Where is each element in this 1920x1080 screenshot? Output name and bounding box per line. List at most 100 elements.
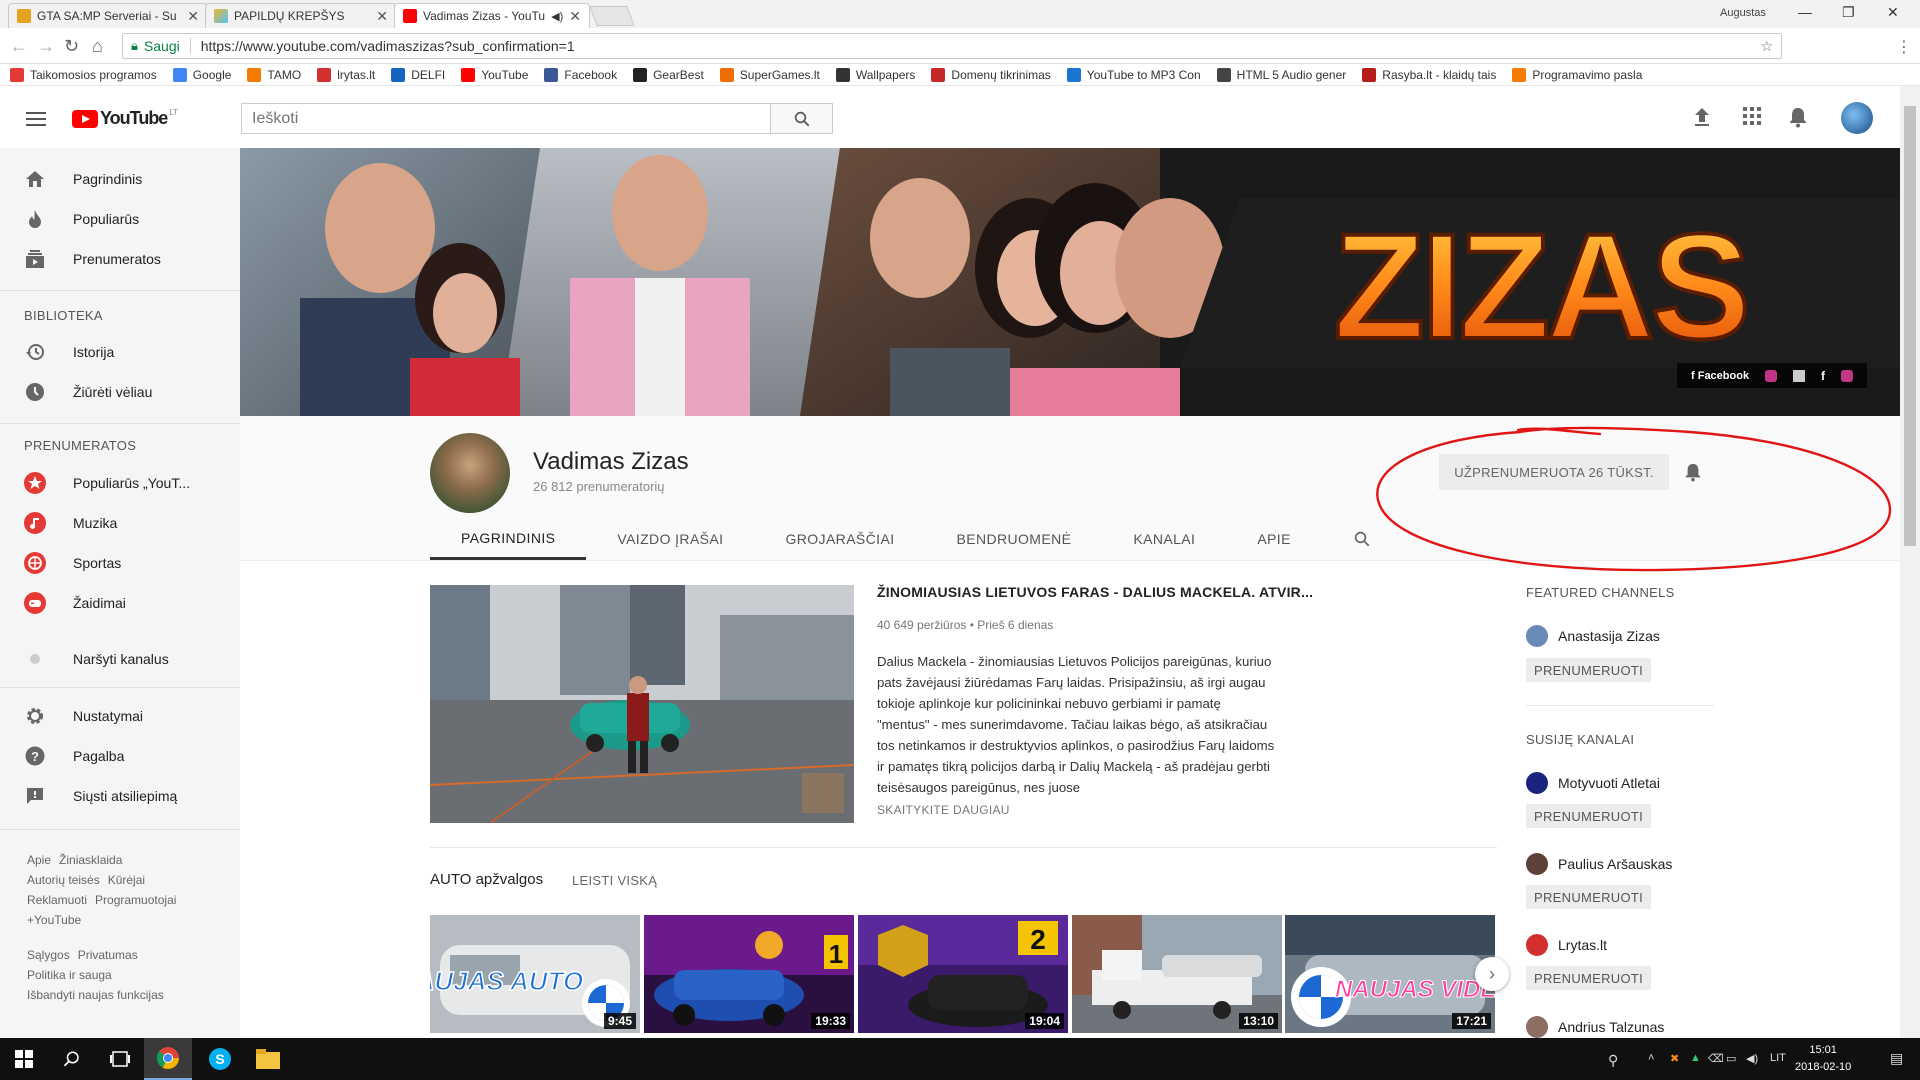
bookmark-item[interactable]: YouTube to MP3 Con — [1066, 67, 1201, 82]
sidebar-item-feedback[interactable]: Siųsti atsiliepimą — [0, 776, 240, 816]
sidebar-item-subscriptions[interactable]: Prenumeratos — [0, 239, 240, 279]
url-bar[interactable]: 🔒︎ Saugi https://www.youtube.com/vadimas… — [122, 33, 1782, 59]
video-thumbnail[interactable]: 1 19:33 — [644, 915, 854, 1033]
video-thumbnail[interactable]: NAUJAS VIDEO 17:21 — [1285, 915, 1495, 1033]
bookmark-item[interactable]: HTML 5 Audio gener — [1216, 67, 1346, 82]
shelf-title[interactable]: AUTO apžvalgos — [430, 871, 543, 888]
bookmark-item[interactable]: YouTube — [461, 67, 528, 82]
chrome-taskbar-icon[interactable] — [144, 1038, 192, 1080]
browser-tab[interactable]: PAPILDŲ KREPŠYS ✕ — [205, 3, 397, 28]
forward-icon[interactable]: → — [37, 36, 55, 57]
footer-link[interactable]: Žiniasklaida — [59, 853, 122, 867]
bookmark-item[interactable]: lrytas.lt — [317, 67, 375, 82]
sidebar-sub-popular[interactable]: Populiarūs „YouT... — [0, 463, 240, 503]
footer-link[interactable]: Programuotojai — [95, 893, 176, 907]
browser-tab[interactable]: GTA SA:MP Serveriai - Su ✕ — [8, 3, 208, 28]
bookmark-item[interactable]: Rasyba.lt - klaidų tais — [1362, 67, 1496, 82]
close-tab-icon[interactable]: ✕ — [187, 8, 199, 25]
footer-link[interactable]: Reklamuoti — [27, 893, 87, 907]
sidebar-sub-gaming[interactable]: Žaidimai — [0, 583, 240, 623]
language-indicator[interactable]: LIT — [1770, 1052, 1786, 1064]
subscribe-button[interactable]: PRENUMERUOTI — [1526, 885, 1652, 909]
featured-channel-item[interactable]: Anastasija Zizas — [1526, 625, 1660, 647]
bookmark-item[interactable]: Facebook — [544, 67, 617, 82]
tab-videos[interactable]: VAIZDO ĮRAŠAI — [586, 518, 754, 560]
url-text[interactable]: https://www.youtube.com/vadimaszizas?sub… — [201, 38, 575, 54]
people-icon[interactable]: ⚲ — [1608, 1052, 1618, 1069]
read-more-link[interactable]: SKAITYKITE DAUGIAU — [877, 803, 1010, 817]
page-scrollbar[interactable] — [1900, 86, 1920, 1038]
channel-logo-icon[interactable] — [1793, 369, 1806, 382]
footer-link[interactable]: Kūrėjai — [108, 873, 145, 887]
subscribe-button[interactable]: PRENUMERUOTI — [1526, 658, 1652, 682]
related-channel-item[interactable]: Motyvuoti Atletai — [1526, 772, 1660, 794]
minimize-icon[interactable]: — — [1798, 4, 1812, 20]
bookmark-star-icon[interactable]: ☆ — [1760, 38, 1773, 55]
apps-grid-icon[interactable] — [1742, 106, 1762, 126]
taskbar-clock[interactable]: 15:01 2018-02-10 — [1795, 1042, 1851, 1076]
banner-facebook-link[interactable]: f Facebook — [1691, 370, 1749, 382]
sidebar-item-browse-channels[interactable]: Naršyti kanalus — [0, 639, 240, 679]
bookmark-item[interactable]: SuperGames.lt — [719, 67, 820, 82]
menu-icon[interactable] — [26, 112, 46, 130]
tray-overflow-icon[interactable]: ˄ — [1648, 1052, 1654, 1064]
tab-home[interactable]: PAGRINDINIS — [430, 518, 587, 560]
youtube-logo[interactable]: YouTube LT — [72, 108, 178, 129]
bookmark-item[interactable]: Taikomosios programos — [10, 67, 157, 82]
close-window-icon[interactable]: ✕ — [1887, 4, 1899, 21]
subscribe-button[interactable]: PRENUMERUOTI — [1526, 804, 1652, 828]
file-explorer-icon[interactable] — [244, 1038, 292, 1080]
featured-video-thumbnail[interactable] — [430, 585, 854, 823]
bookmark-item[interactable]: TAMO — [247, 67, 301, 82]
instagram-icon[interactable] — [1840, 369, 1853, 382]
subscribed-button[interactable]: UŽPRENUMERUOTA 26 TŪKST. — [1439, 454, 1669, 490]
tab-about[interactable]: APIE — [1226, 518, 1322, 560]
notification-bell-icon[interactable] — [1684, 462, 1702, 482]
audio-playing-icon[interactable]: ◀) — [551, 10, 563, 23]
sidebar-item-home[interactable]: Pagrindinis — [0, 159, 240, 199]
scrollbar-thumb[interactable] — [1904, 106, 1916, 546]
facebook-icon[interactable]: f — [1821, 369, 1825, 383]
user-avatar[interactable] — [1841, 102, 1873, 134]
featured-video-title[interactable]: ŽINOMIAUSIAS LIETUVOS FARAS - DALIUS MAC… — [877, 584, 1313, 600]
bookmark-item[interactable]: Google — [172, 67, 231, 82]
browser-tab-active[interactable]: Vadimas Zizas - YouTu ◀) ✕ — [394, 3, 590, 28]
sidebar-item-help[interactable]: ? Pagalba — [0, 736, 240, 776]
task-view-icon[interactable] — [96, 1038, 144, 1080]
search-button[interactable] — [770, 104, 832, 133]
sidebar-sub-sports[interactable]: Sportas — [0, 543, 240, 583]
footer-link[interactable]: Politika ir sauga — [27, 968, 112, 982]
tab-community[interactable]: BENDRUOMENĖ — [926, 518, 1103, 560]
upload-icon[interactable] — [1692, 106, 1712, 128]
profile-name[interactable]: Augustas — [1720, 7, 1766, 19]
tab-playlists[interactable]: GROJARAŠČIAI — [754, 518, 925, 560]
video-thumbnail[interactable]: 2 19:04 — [858, 915, 1068, 1033]
action-center-icon[interactable]: ▤ — [1890, 1050, 1903, 1067]
related-channel-item[interactable]: Lrytas.lt — [1526, 934, 1607, 956]
subscribe-button[interactable]: PRENUMERUOTI — [1526, 966, 1652, 990]
footer-link[interactable]: Sąlygos — [27, 948, 70, 962]
sidebar-item-settings[interactable]: Nustatymai — [0, 696, 240, 736]
instagram-icon[interactable] — [1765, 369, 1778, 382]
video-thumbnail[interactable]: NAUJAS AUTO 9:45 — [430, 915, 640, 1033]
home-icon[interactable]: ⌂ — [92, 36, 103, 57]
footer-link[interactable]: Privatumas — [78, 948, 138, 962]
footer-link[interactable]: Apie — [27, 853, 51, 867]
usb-icon[interactable]: ⌫ — [1708, 1052, 1724, 1065]
sidebar-sub-music[interactable]: Muzika — [0, 503, 240, 543]
footer-link[interactable]: +YouTube — [27, 913, 81, 927]
windows-start-icon[interactable] — [0, 1038, 48, 1080]
footer-link[interactable]: Autorių teisės — [27, 873, 100, 887]
sidebar-item-trending[interactable]: Populiarūs — [0, 199, 240, 239]
notifications-bell-icon[interactable] — [1788, 106, 1808, 128]
chrome-menu-icon[interactable]: ⋮ — [1896, 37, 1912, 57]
app-tray-icon[interactable]: ▲ — [1690, 1052, 1701, 1064]
channel-avatar[interactable] — [430, 433, 510, 513]
close-tab-icon[interactable]: ✕ — [569, 8, 581, 25]
skype-taskbar-icon[interactable]: S — [196, 1038, 244, 1080]
play-all-link[interactable]: LEISTI VISKĄ — [572, 873, 657, 888]
bookmark-item[interactable]: Programavimo pasla — [1512, 67, 1642, 82]
bookmark-item[interactable]: GearBest — [633, 67, 704, 82]
channel-search-button[interactable] — [1322, 518, 1402, 560]
related-channel-item[interactable]: Andrius Talzunas — [1526, 1016, 1664, 1038]
